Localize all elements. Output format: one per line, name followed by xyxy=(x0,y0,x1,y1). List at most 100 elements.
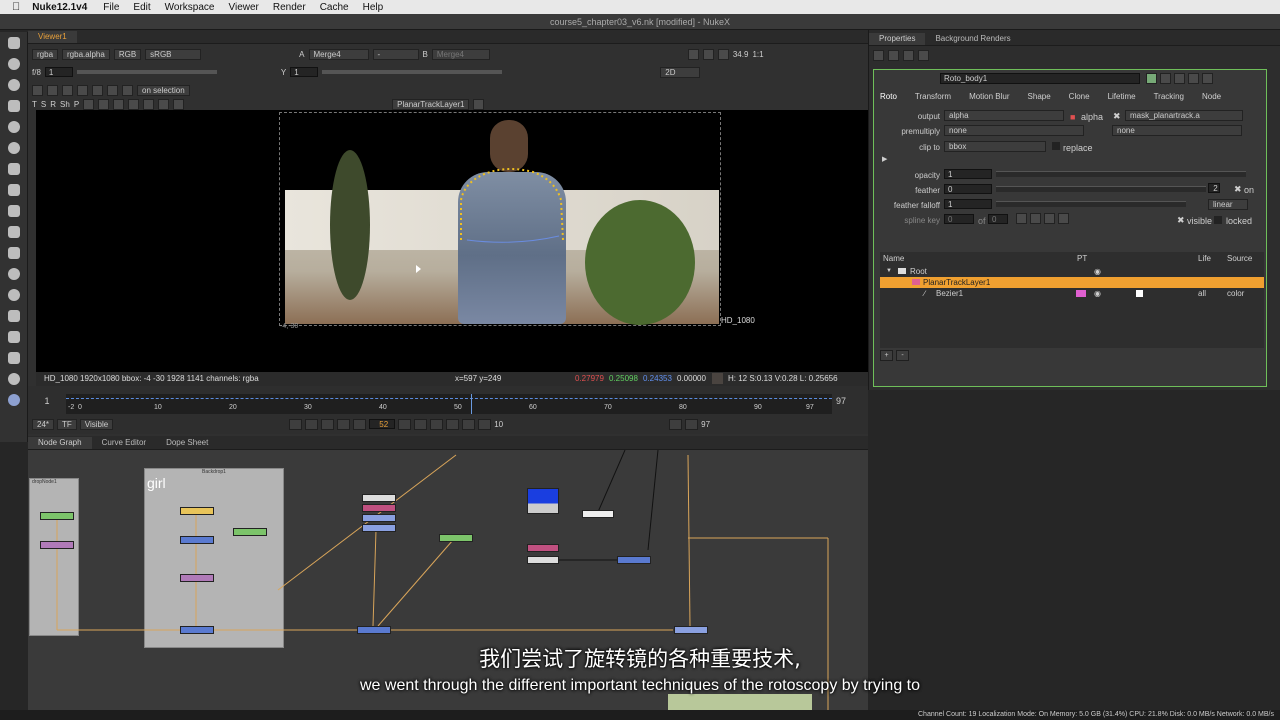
tab-properties[interactable]: Properties xyxy=(869,33,926,45)
node-grade[interactable] xyxy=(40,512,74,520)
undo-icon[interactable] xyxy=(1160,73,1171,84)
key-next-icon[interactable] xyxy=(113,98,125,110)
menu-help[interactable]: Help xyxy=(363,2,384,13)
tab-dope-sheet[interactable]: Dope Sheet xyxy=(156,437,218,449)
clear-icon[interactable] xyxy=(903,50,914,61)
last-frame-button[interactable] xyxy=(462,418,476,430)
deep-icon[interactable] xyxy=(0,305,28,326)
node-planar-track[interactable] xyxy=(527,544,559,552)
select-icon[interactable] xyxy=(47,84,58,96)
tab-background-renders[interactable]: Background Renders xyxy=(925,33,1020,45)
timeline-ruler[interactable]: -2 0 10 20 30 40 50 60 70 80 90 97 xyxy=(66,394,832,414)
spline-key-field[interactable]: 0 xyxy=(944,214,974,224)
tool-p[interactable]: P xyxy=(74,100,79,109)
3d-icon[interactable] xyxy=(0,221,28,242)
end-frame[interactable]: 97 xyxy=(701,420,710,429)
opacity-field[interactable]: 1 xyxy=(944,169,992,179)
menu-render[interactable]: Render xyxy=(273,2,306,13)
menu-cache[interactable]: Cache xyxy=(320,2,349,13)
tf-select[interactable]: TF xyxy=(57,418,77,430)
channels-select[interactable]: rgba xyxy=(32,48,59,60)
node-grade-2[interactable] xyxy=(439,534,473,542)
output-select[interactable]: alpha xyxy=(944,110,1064,121)
prev-increment-button[interactable] xyxy=(321,418,335,430)
mask-select[interactable]: mask_planartrack.a xyxy=(1125,110,1243,121)
gamma-field[interactable]: 1 xyxy=(290,67,319,77)
next-key-button[interactable] xyxy=(446,418,460,430)
particles-icon[interactable] xyxy=(0,284,28,305)
replace-checkbox[interactable] xyxy=(1052,142,1060,150)
menu-file[interactable]: File xyxy=(103,2,119,13)
channel-icon[interactable] xyxy=(0,95,28,116)
menu-viewer[interactable]: Viewer xyxy=(229,2,259,13)
prev-key-button[interactable] xyxy=(305,418,319,430)
link-icon[interactable] xyxy=(473,98,485,110)
ratio-value[interactable]: 1:1 xyxy=(752,50,763,59)
input-b-select[interactable]: Merge4 xyxy=(431,48,490,60)
current-frame-field[interactable]: 52 xyxy=(369,419,396,429)
track-back-icon[interactable] xyxy=(143,98,155,110)
time-icon[interactable] xyxy=(0,74,28,95)
gain-field[interactable]: 1 xyxy=(44,67,73,77)
feather-slider[interactable] xyxy=(996,186,1206,192)
add-layer-button[interactable]: + xyxy=(880,350,893,361)
premultiply-select-2[interactable]: none xyxy=(1112,125,1242,136)
subtab-tracking[interactable]: Tracking xyxy=(1154,92,1184,101)
node-merge-main[interactable] xyxy=(357,626,391,634)
nuke-icon[interactable] xyxy=(0,389,28,410)
bbox-icon[interactable] xyxy=(122,84,133,96)
opacity-slider[interactable] xyxy=(996,171,1246,177)
key-add-icon[interactable] xyxy=(83,98,95,110)
falloff-slider[interactable] xyxy=(996,201,1186,207)
add-key-icon[interactable] xyxy=(1016,213,1027,224)
node-merge[interactable] xyxy=(180,536,214,544)
render-button[interactable] xyxy=(685,418,699,430)
other-icon[interactable] xyxy=(0,347,28,368)
locked-checkbox[interactable] xyxy=(1214,216,1222,224)
track-forward-icon[interactable] xyxy=(173,98,185,110)
node-merge-3[interactable] xyxy=(617,556,651,564)
tab-viewer1[interactable]: Viewer1 xyxy=(28,31,77,43)
backdrop-result[interactable] xyxy=(668,694,812,710)
node-stack-2[interactable] xyxy=(362,504,396,512)
redo-icon[interactable] xyxy=(1174,73,1185,84)
feather-field[interactable]: 0 xyxy=(944,184,992,194)
subtab-node[interactable]: Node xyxy=(1202,92,1221,101)
delete-key-icon[interactable] xyxy=(1058,213,1069,224)
operation-select[interactable]: - xyxy=(372,48,419,60)
node-transform[interactable] xyxy=(582,510,614,518)
first-frame-button[interactable] xyxy=(289,418,303,430)
next-increment-button[interactable] xyxy=(430,418,444,430)
node-roto[interactable] xyxy=(40,541,74,549)
refresh-icon[interactable] xyxy=(702,48,714,60)
falloff-field[interactable]: 1 xyxy=(944,199,992,209)
toolsets-icon[interactable] xyxy=(0,326,28,347)
prev-key-icon[interactable] xyxy=(1030,213,1041,224)
subtab-lifetime[interactable]: Lifetime xyxy=(1108,92,1136,101)
menu-icon[interactable] xyxy=(0,32,28,53)
expand-icon[interactable]: ▶ xyxy=(882,155,887,163)
timeline-start[interactable]: 1 xyxy=(32,396,62,406)
node-stack-3[interactable] xyxy=(362,514,396,522)
points-icon[interactable] xyxy=(62,84,73,96)
clip-select[interactable]: bbox xyxy=(944,141,1046,152)
node-stack-4[interactable] xyxy=(362,524,396,532)
merge-icon[interactable] xyxy=(0,179,28,200)
flipbook-button[interactable] xyxy=(669,418,683,430)
gain-slider[interactable] xyxy=(76,70,217,74)
loop-button[interactable] xyxy=(478,418,492,430)
track-stop-icon[interactable] xyxy=(158,98,170,110)
lock-icon[interactable] xyxy=(687,48,699,60)
colorspace-select[interactable]: sRGB xyxy=(145,48,202,60)
fstop-value[interactable]: f/8 xyxy=(32,68,41,77)
subtab-clone[interactable]: Clone xyxy=(1069,92,1090,101)
premultiply-select[interactable]: none xyxy=(944,125,1084,136)
close-icon[interactable] xyxy=(1202,73,1213,84)
step-forward-button[interactable] xyxy=(414,418,428,430)
help-icon[interactable] xyxy=(1188,73,1199,84)
display-select[interactable]: RGB xyxy=(113,48,142,60)
falloff-type-select[interactable]: linear xyxy=(1208,199,1248,210)
feather-x-icon[interactable]: ✖ xyxy=(1234,184,1242,195)
zoom-value[interactable]: 34.9 xyxy=(733,50,749,59)
float-icon[interactable] xyxy=(918,50,929,61)
